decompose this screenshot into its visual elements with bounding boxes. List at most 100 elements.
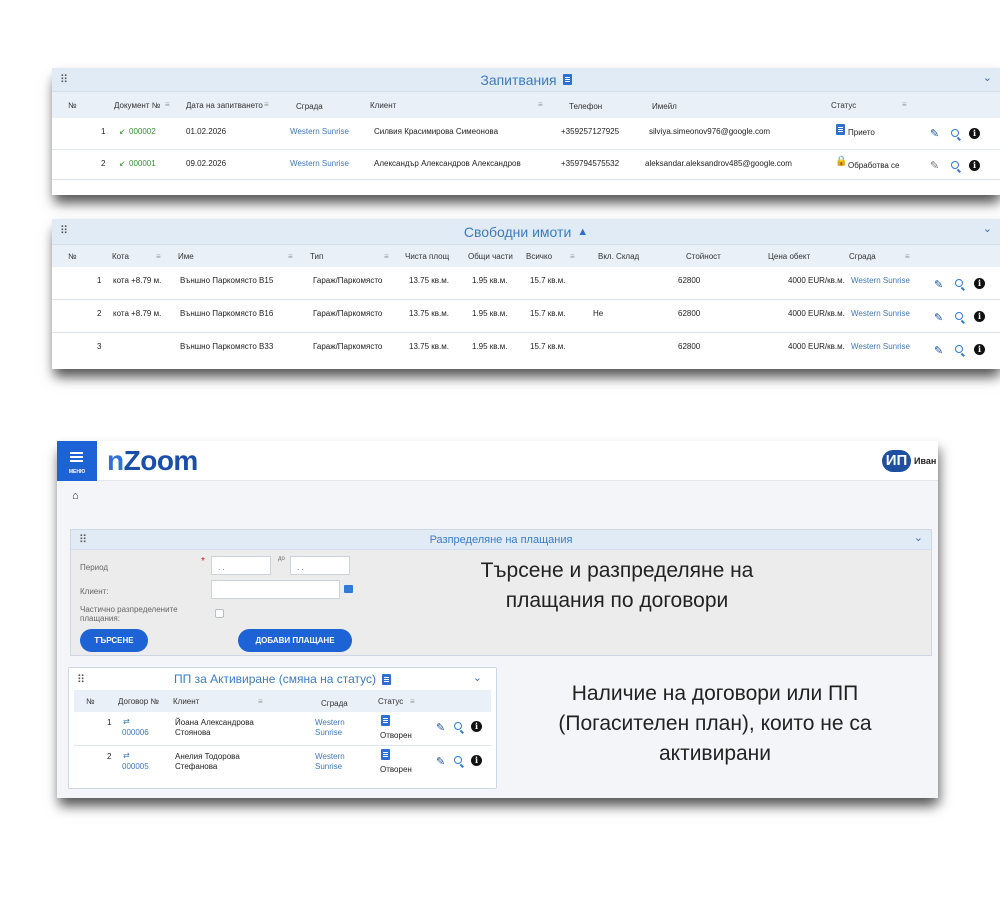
building-link-line2[interactable]: Sunrise xyxy=(315,762,342,771)
pencil-icon[interactable]: ✎ xyxy=(934,278,943,291)
col-price[interactable]: Цена обект xyxy=(768,252,810,261)
filter-icon[interactable]: ≡ xyxy=(264,100,269,109)
pencil-icon[interactable]: ✎ xyxy=(930,159,939,172)
filter-icon[interactable]: ≡ xyxy=(288,252,293,261)
filter-icon[interactable]: ≡ xyxy=(384,252,389,261)
col-num[interactable]: № xyxy=(68,252,77,261)
col-building[interactable]: Сграда xyxy=(849,252,876,261)
filter-icon[interactable]: ≡ xyxy=(570,252,575,261)
col-building[interactable]: Сграда xyxy=(321,699,348,708)
pencil-icon[interactable]: ✎ xyxy=(436,721,445,734)
table-row[interactable]: 2 ⇄ 000005 Анелия Тодорова Стефанова Wes… xyxy=(74,746,491,780)
col-num[interactable]: № xyxy=(68,101,77,110)
drag-handle-icon[interactable]: ⠿ xyxy=(79,533,87,546)
filter-icon[interactable]: ≡ xyxy=(902,100,907,109)
property-search-icon[interactable]: ▲ xyxy=(577,226,588,238)
col-date[interactable]: Дата на запитването xyxy=(186,101,263,110)
search-button[interactable]: ТЪРСЕНЕ xyxy=(80,629,148,652)
col-total[interactable]: Всичко xyxy=(526,252,552,261)
chevron-down-icon[interactable]: ⌄ xyxy=(914,531,923,544)
filter-icon[interactable]: ≡ xyxy=(156,252,161,261)
col-name[interactable]: Име xyxy=(178,252,194,261)
col-status[interactable]: Статус xyxy=(378,697,403,706)
building-link[interactable]: Western Sunrise xyxy=(851,342,910,351)
col-num[interactable]: № xyxy=(86,697,95,706)
table-row[interactable]: 2 ↙ 000001 09.02.2026 Western Sunrise Ал… xyxy=(52,150,1000,180)
document-link[interactable]: 000001 xyxy=(129,159,156,168)
document-search-icon[interactable] xyxy=(382,673,392,685)
col-net-area[interactable]: Чиста площ xyxy=(405,252,449,261)
filter-icon[interactable]: ≡ xyxy=(538,100,543,109)
client-input[interactable] xyxy=(211,580,340,599)
col-level[interactable]: Кота xyxy=(112,252,129,261)
col-client[interactable]: Клиент xyxy=(370,101,396,110)
search-icon[interactable] xyxy=(955,312,963,320)
contract-link[interactable]: 000005 xyxy=(122,762,149,771)
table-row[interactable]: 2 кота +8.79 м. Външно Паркомясто В16 Га… xyxy=(52,300,1000,333)
drag-handle-icon[interactable]: ⠿ xyxy=(60,224,68,237)
contract-link[interactable]: 000006 xyxy=(122,728,149,737)
building-link[interactable]: Western xyxy=(315,752,345,761)
client-cell-line2: Стоянова xyxy=(175,728,211,737)
avatar[interactable]: ИП xyxy=(882,450,911,472)
building-link[interactable]: Western xyxy=(315,718,345,727)
search-icon[interactable] xyxy=(951,129,959,137)
table-row[interactable]: 1 кота +8.79 м. Външно Паркомясто В15 Га… xyxy=(52,267,1000,300)
col-document[interactable]: Документ № xyxy=(114,101,160,110)
period-to-input[interactable]: . . xyxy=(290,556,350,575)
info-icon[interactable]: i xyxy=(471,721,482,732)
logo[interactable]: nZoom xyxy=(107,445,198,477)
col-phone[interactable]: Телефон xyxy=(569,102,602,111)
pencil-icon[interactable]: ✎ xyxy=(436,755,445,768)
building-link-line2[interactable]: Sunrise xyxy=(315,728,342,737)
home-icon[interactable]: ⌂ xyxy=(72,490,79,502)
menu-button[interactable]: МЕНЮ xyxy=(57,441,97,481)
filter-icon[interactable]: ≡ xyxy=(905,252,910,261)
col-status[interactable]: Статус xyxy=(831,101,856,110)
chevron-down-icon[interactable]: ⌄ xyxy=(983,71,992,84)
search-icon[interactable] xyxy=(951,161,959,169)
info-icon[interactable]: i xyxy=(974,311,985,322)
chevron-down-icon[interactable]: ⌄ xyxy=(473,671,482,684)
col-building[interactable]: Сграда xyxy=(296,102,323,111)
building-link[interactable]: Western Sunrise xyxy=(851,309,910,318)
info-icon[interactable]: i xyxy=(974,278,985,289)
building-link[interactable]: Western Sunrise xyxy=(290,159,349,168)
search-icon[interactable] xyxy=(955,345,963,353)
filter-icon[interactable]: ≡ xyxy=(165,100,170,109)
drag-handle-icon[interactable]: ⠿ xyxy=(60,73,68,86)
info-icon[interactable]: i xyxy=(969,160,980,171)
pencil-icon[interactable]: ✎ xyxy=(934,311,943,324)
clear-input-icon[interactable] xyxy=(344,585,353,593)
search-icon[interactable] xyxy=(454,756,462,764)
search-icon[interactable] xyxy=(955,279,963,287)
building-link[interactable]: Western Sunrise xyxy=(290,127,349,136)
table-row[interactable]: 1 ⇄ 000006 Йоана Александрова Стоянова W… xyxy=(74,712,491,746)
drag-handle-icon[interactable]: ⠿ xyxy=(77,673,85,686)
pencil-icon[interactable]: ✎ xyxy=(930,127,939,140)
partial-checkbox[interactable] xyxy=(215,609,224,618)
col-common[interactable]: Общи части xyxy=(468,252,513,261)
info-icon[interactable]: i xyxy=(471,755,482,766)
col-email[interactable]: Имейл xyxy=(652,102,677,111)
pencil-icon[interactable]: ✎ xyxy=(934,344,943,357)
col-client[interactable]: Клиент xyxy=(173,697,199,706)
col-value[interactable]: Стойност xyxy=(686,252,721,261)
col-storage[interactable]: Вкл. Склад xyxy=(598,252,639,261)
filter-icon[interactable]: ≡ xyxy=(153,697,158,706)
table-row[interactable]: 3 Външно Паркомясто В33 Гараж/Паркомясто… xyxy=(52,333,1000,366)
info-icon[interactable]: i xyxy=(974,344,985,355)
info-icon[interactable]: i xyxy=(969,128,980,139)
period-from-input[interactable]: . . xyxy=(211,556,271,575)
add-payment-button[interactable]: ДОБАВИ ПЛАЩАНЕ xyxy=(238,629,352,652)
user-name[interactable]: Иван xyxy=(914,456,936,466)
col-type[interactable]: Тип xyxy=(310,252,323,261)
table-row[interactable]: 1 ↙ 000002 01.02.2026 Western Sunrise Си… xyxy=(52,120,1000,150)
search-icon[interactable] xyxy=(454,722,462,730)
building-link[interactable]: Western Sunrise xyxy=(851,276,910,285)
document-search-icon[interactable] xyxy=(562,74,572,85)
chevron-down-icon[interactable]: ⌄ xyxy=(983,222,992,235)
filter-icon[interactable]: ≡ xyxy=(410,697,415,706)
filter-icon[interactable]: ≡ xyxy=(258,697,263,706)
document-link[interactable]: 000002 xyxy=(129,127,156,136)
